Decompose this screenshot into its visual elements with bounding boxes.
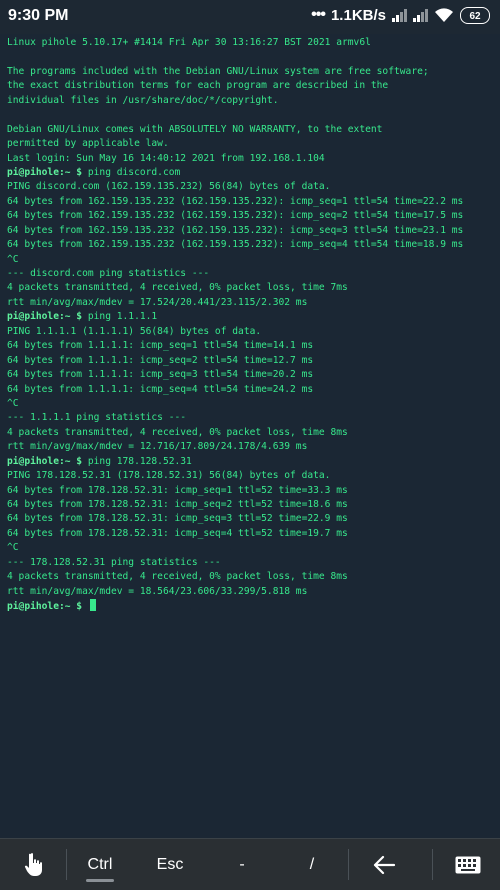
terminal-line: the exact distribution terms for each pr… <box>7 80 389 92</box>
shell-command <box>82 601 88 612</box>
separator <box>66 849 67 880</box>
terminal-line: 64 bytes from 178.128.52.31: icmp_seq=1 … <box>7 484 348 496</box>
terminal-line: 64 bytes from 178.128.52.31: icmp_seq=3 … <box>7 513 348 525</box>
terminal-line: ^C <box>7 253 19 265</box>
status-time: 9:30 PM <box>8 7 69 24</box>
terminal-line: pi@pihole:~ $ ping 1.1.1.1 <box>7 310 497 324</box>
terminal-line: permitted by applicable law. <box>7 138 169 150</box>
terminal-line: ^C <box>7 542 19 554</box>
network-speed: 1.1KB/s <box>330 6 386 24</box>
shell-prompt: pi@pihole:~ $ <box>7 166 83 178</box>
arrow-left-icon[interactable] <box>364 839 404 890</box>
separator <box>348 849 349 880</box>
status-icons: ••• 1.1KB/s 62 <box>311 6 490 24</box>
terminal-line: 64 bytes from 1.1.1.1: icmp_seq=3 ttl=54… <box>7 369 314 381</box>
ctrl-key[interactable]: Ctrl <box>76 839 124 890</box>
terminal-line: 4 packets transmitted, 4 received, 0% pa… <box>7 282 348 294</box>
terminal-output[interactable]: Linux pihole 5.10.17+ #1414 Fri Apr 30 1… <box>7 36 497 614</box>
text-cursor <box>89 599 96 612</box>
extra-keys-bar: Ctrl Esc - / <box>0 838 500 890</box>
slash-key[interactable]: / <box>292 839 332 890</box>
shell-command: ping discord.com <box>82 166 181 178</box>
terminal-line: 64 bytes from 162.159.135.232 (162.159.1… <box>7 224 464 236</box>
terminal-line: pi@pihole:~ $ ping 178.128.52.31 <box>7 455 497 469</box>
terminal-line: --- discord.com ping statistics --- <box>7 268 210 279</box>
terminal-line: 4 packets transmitted, 4 received, 0% pa… <box>7 571 348 583</box>
terminal-line: 64 bytes from 1.1.1.1: icmp_seq=4 ttl=54… <box>7 383 314 395</box>
terminal-line: Last login: Sun May 16 14:40:12 2021 fro… <box>7 152 325 164</box>
terminal-line: Linux pihole 5.10.17+ #1414 Fri Apr 30 1… <box>7 37 371 48</box>
terminal-line: 64 bytes from 162.159.135.232 (162.159.1… <box>7 239 464 251</box>
signal-icon-2 <box>413 8 428 22</box>
keyboard-icon[interactable] <box>448 839 488 890</box>
esc-key[interactable]: Esc <box>146 839 194 890</box>
ctrl-indicator <box>86 879 114 882</box>
terminal-line: PING 1.1.1.1 (1.1.1.1) 56(84) bytes of d… <box>7 325 262 337</box>
shell-prompt: pi@pihole:~ $ <box>7 311 83 323</box>
terminal-line: ^C <box>7 397 19 409</box>
terminal-line: Debian GNU/Linux comes with ABSOLUTELY N… <box>7 123 383 135</box>
shell-prompt: pi@pihole:~ $ <box>7 455 83 467</box>
terminal-line: --- 178.128.52.31 ping statistics --- <box>7 556 221 568</box>
signal-icon <box>392 8 407 22</box>
terminal-line: 64 bytes from 162.159.135.232 (162.159.1… <box>7 195 464 207</box>
terminal-line: 64 bytes from 178.128.52.31: icmp_seq=4 … <box>7 527 348 539</box>
terminal-line: 4 packets transmitted, 4 received, 0% pa… <box>7 426 348 438</box>
terminal-line: 64 bytes from 178.128.52.31: icmp_seq=2 … <box>7 499 348 510</box>
terminal-line: PING discord.com (162.159.135.232) 56(84… <box>7 181 331 193</box>
terminal-line: 64 bytes from 1.1.1.1: icmp_seq=2 ttl=54… <box>7 354 314 366</box>
terminal-line: rtt min/avg/max/mdev = 17.524/20.441/23.… <box>7 296 308 308</box>
status-bar: 9:30 PM ••• 1.1KB/s 62 <box>0 0 500 34</box>
terminal-line: The programs included with the Debian GN… <box>7 65 429 77</box>
separator <box>432 849 433 880</box>
terminal-line: pi@pihole:~ $ ping discord.com <box>7 166 497 180</box>
terminal-line: --- 1.1.1.1 ping statistics --- <box>7 412 187 424</box>
terminal-line: 64 bytes from 1.1.1.1: icmp_seq=1 ttl=54… <box>7 340 314 352</box>
notification-dots: ••• <box>311 6 326 23</box>
terminal-line: rtt min/avg/max/mdev = 18.564/23.606/33.… <box>7 585 308 597</box>
battery-icon: 62 <box>460 6 490 24</box>
wifi-icon <box>435 8 453 22</box>
shell-command: ping 178.128.52.31 <box>82 455 192 467</box>
terminal-line: rtt min/avg/max/mdev = 12.716/17.809/24.… <box>7 441 308 453</box>
shell-command: ping 1.1.1.1 <box>82 311 158 323</box>
terminal-line: pi@pihole:~ $ <box>7 599 497 613</box>
hand-pointer-icon[interactable] <box>14 839 54 890</box>
terminal-line: PING 178.128.52.31 (178.128.52.31) 56(84… <box>7 470 331 482</box>
shell-prompt: pi@pihole:~ $ <box>7 601 83 613</box>
dash-key[interactable]: - <box>222 839 262 890</box>
terminal-line: individual files in /usr/share/doc/*/cop… <box>7 94 279 106</box>
terminal-line: 64 bytes from 162.159.135.232 (162.159.1… <box>7 210 464 222</box>
